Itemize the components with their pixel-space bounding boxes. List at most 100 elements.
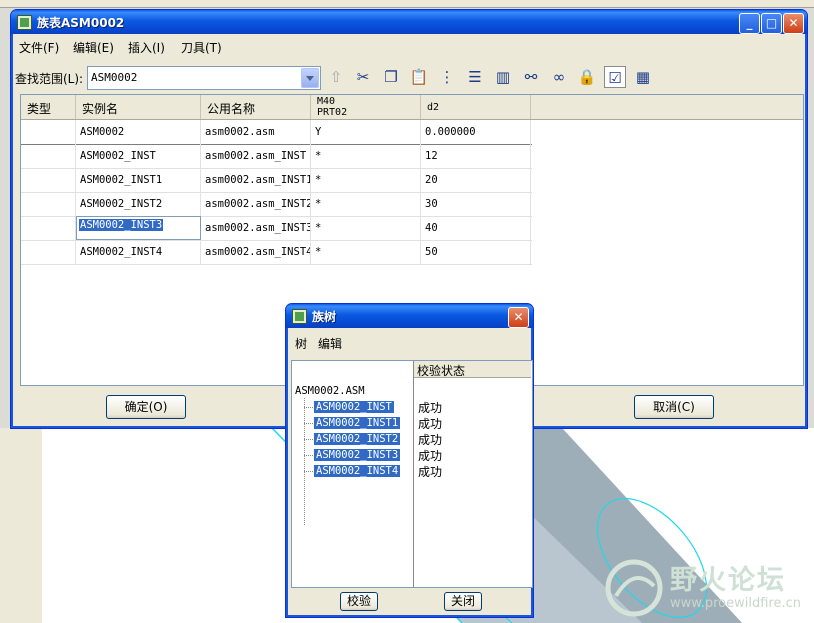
close-button[interactable]: ✕	[508, 307, 529, 328]
tree-view[interactable]: ASM0002.ASM ASM0002_INST ASM0002_INST1 A…	[292, 361, 414, 587]
cell-d2[interactable]: 30	[421, 192, 531, 216]
cell-m40-prt02[interactable]: *	[311, 216, 421, 240]
cell-instance-name[interactable]: ASM0002_INST2	[76, 192, 201, 216]
tree-child-node[interactable]: ASM0002_INST4	[314, 465, 401, 477]
glasses-icon[interactable]: ∞	[548, 66, 570, 88]
chevron-down-icon[interactable]	[301, 68, 319, 88]
dialog-body: 树 编辑 ASM0002.ASM ASM0002_INST ASM0002_IN…	[290, 328, 533, 613]
cell-common-name[interactable]: asm0002.asm_INST2	[201, 192, 311, 216]
column-format-icon[interactable]: ▥	[492, 66, 514, 88]
cell-instance-name[interactable]: ASM0002_INST1	[76, 168, 201, 192]
table-row[interactable]: ASM0002_INST2 asm0002.asm_INST2 * 30	[21, 192, 532, 217]
tree-child-node[interactable]: ASM0002_INST	[314, 401, 394, 413]
menu-edit[interactable]: 编辑	[318, 335, 342, 352]
tree-child-node[interactable]: ASM0002_INST1	[314, 417, 401, 429]
cell-m40-prt02[interactable]: *	[311, 192, 421, 216]
maximize-button[interactable]: □	[761, 13, 782, 34]
cut-icon[interactable]: ✂	[352, 66, 374, 88]
insert-column-icon[interactable]: ⋮	[436, 66, 458, 88]
table-view-icon[interactable]: ▦	[632, 66, 654, 88]
header-type[interactable]: 类型	[21, 95, 76, 119]
cell-d2[interactable]: 20	[421, 168, 531, 192]
cell-common-name[interactable]: asm0002.asm_INST1	[201, 168, 311, 192]
tree-connector	[304, 455, 313, 456]
status-value: 成功	[418, 433, 443, 447]
cell-d2[interactable]: 0.000000	[421, 120, 531, 144]
header-m40-prt02[interactable]: M40 PRT02	[311, 95, 421, 119]
forum-watermark: 野火论坛 www.proewildfire.cn	[602, 556, 808, 620]
status-header[interactable]: 校验状态	[414, 361, 531, 378]
cell-d2[interactable]: 40	[421, 216, 531, 240]
tree-connector	[304, 407, 313, 408]
ok-button[interactable]: 确定(O)	[106, 395, 186, 419]
cell-m40-prt02[interactable]: *	[311, 144, 421, 168]
cell-instance-name[interactable]: ASM0002_INST	[76, 144, 201, 168]
status-value: 成功	[418, 401, 443, 415]
find-scope-combo[interactable]: ASM0002	[87, 66, 321, 90]
grid-header: 类型 实例名 公用名称 M40 PRT02 d2	[21, 95, 803, 120]
cell-common-name[interactable]: asm0002.asm_INST	[201, 144, 311, 168]
tree-child-node[interactable]: ASM0002_INST2	[314, 433, 401, 445]
insert-row-icon[interactable]: ☰	[464, 66, 486, 88]
lock-icon[interactable]: 🔒	[576, 66, 598, 88]
tree-child-node[interactable]: ASM0002_INST3	[314, 449, 401, 461]
dialog-titlebar[interactable]: 族树 ✕	[286, 304, 533, 328]
menu-edit[interactable]: 编辑(E)	[73, 39, 114, 56]
window-titlebar[interactable]: 族表ASM0002 _ □ ✕	[11, 10, 807, 34]
table-row[interactable]: ASM0002_INST4 asm0002.asm_INST4 * 50	[21, 240, 532, 265]
status-value: 成功	[418, 449, 443, 463]
model-tree-panel	[0, 428, 43, 623]
cell-d2[interactable]: 50	[421, 240, 531, 264]
menu-insert[interactable]: 插入(I)	[128, 39, 165, 56]
cell-type[interactable]	[21, 144, 76, 168]
verify-button[interactable]: 校验	[340, 592, 378, 611]
app-icon	[292, 309, 307, 324]
tree-connector	[304, 471, 313, 472]
cell-m40-prt02[interactable]: *	[311, 168, 421, 192]
cell-type[interactable]	[21, 192, 76, 216]
cell-m40-prt02[interactable]: Y	[311, 120, 421, 144]
cell-common-name[interactable]: asm0002.asm_INST3	[201, 216, 311, 240]
menu-tree[interactable]: 树	[295, 335, 307, 352]
find-scope-label: 查找范围(L):	[15, 72, 84, 86]
cell-type[interactable]	[21, 240, 76, 264]
cell-type[interactable]	[21, 216, 76, 240]
menu-tool[interactable]: 刀具(T)	[181, 39, 222, 56]
paste-icon[interactable]: 📋	[408, 66, 430, 88]
copy-icon[interactable]: ❐	[380, 66, 402, 88]
tree-root-node[interactable]: ASM0002.ASM	[295, 385, 365, 397]
table-row[interactable]: ASM0002 asm0002.asm Y 0.000000	[21, 120, 532, 145]
table-row[interactable]: ASM0002_INST asm0002.asm_INST * 12	[21, 144, 532, 169]
cancel-button[interactable]: 取消(C)	[634, 395, 714, 419]
cell-common-name[interactable]: asm0002.asm	[201, 120, 311, 144]
minimize-button[interactable]: _	[739, 13, 760, 34]
dialog-title: 族树	[312, 310, 337, 324]
cell-common-name[interactable]: asm0002.asm_INST4	[201, 240, 311, 264]
status-value: 成功	[418, 465, 443, 479]
binoculars-icon[interactable]: ⚯	[520, 66, 542, 88]
find-row: 查找范围(L): ASM0002 ⇧ ✂ ❐ 📋 ⋮ ☰ ▥ ⚯ ∞ 🔒 ☑ ▦	[15, 64, 803, 90]
cell-m40-prt02[interactable]: *	[311, 240, 421, 264]
table-row[interactable]: ASM0002_INST3 asm0002.asm_INST3 * 40	[21, 216, 532, 241]
watermark-title: 野火论坛	[670, 565, 786, 596]
status-column: 校验状态 成功 成功 成功 成功 成功	[414, 361, 532, 587]
up-folder-icon[interactable]: ⇧	[325, 66, 347, 88]
cell-type[interactable]	[21, 168, 76, 192]
close-button[interactable]: ✕	[783, 13, 804, 34]
table-row[interactable]: ASM0002_INST1 asm0002.asm_INST1 * 20	[21, 168, 532, 193]
header-d2[interactable]: d2	[421, 95, 531, 119]
tree-connector	[304, 423, 313, 424]
menu-file[interactable]: 文件(F)	[19, 39, 59, 56]
cell-d2[interactable]: 12	[421, 144, 531, 168]
header-common-name[interactable]: 公用名称	[201, 95, 311, 119]
cell-instance-name-editing[interactable]: ASM0002_INST3	[76, 216, 201, 240]
tree-connector	[304, 439, 313, 440]
cell-type[interactable]	[21, 120, 76, 144]
verify-table-icon[interactable]: ☑	[604, 66, 626, 88]
header-instance-name[interactable]: 实例名	[76, 95, 201, 119]
family-tree-dialog: 族树 ✕ 树 编辑 ASM0002.ASM ASM0002_INST ASM00…	[285, 303, 534, 618]
window-title: 族表ASM0002	[37, 16, 125, 30]
cell-instance-name[interactable]: ASM0002_INST4	[76, 240, 201, 264]
cell-instance-name[interactable]: ASM0002	[76, 120, 201, 144]
close-dialog-button[interactable]: 关闭	[444, 592, 482, 611]
